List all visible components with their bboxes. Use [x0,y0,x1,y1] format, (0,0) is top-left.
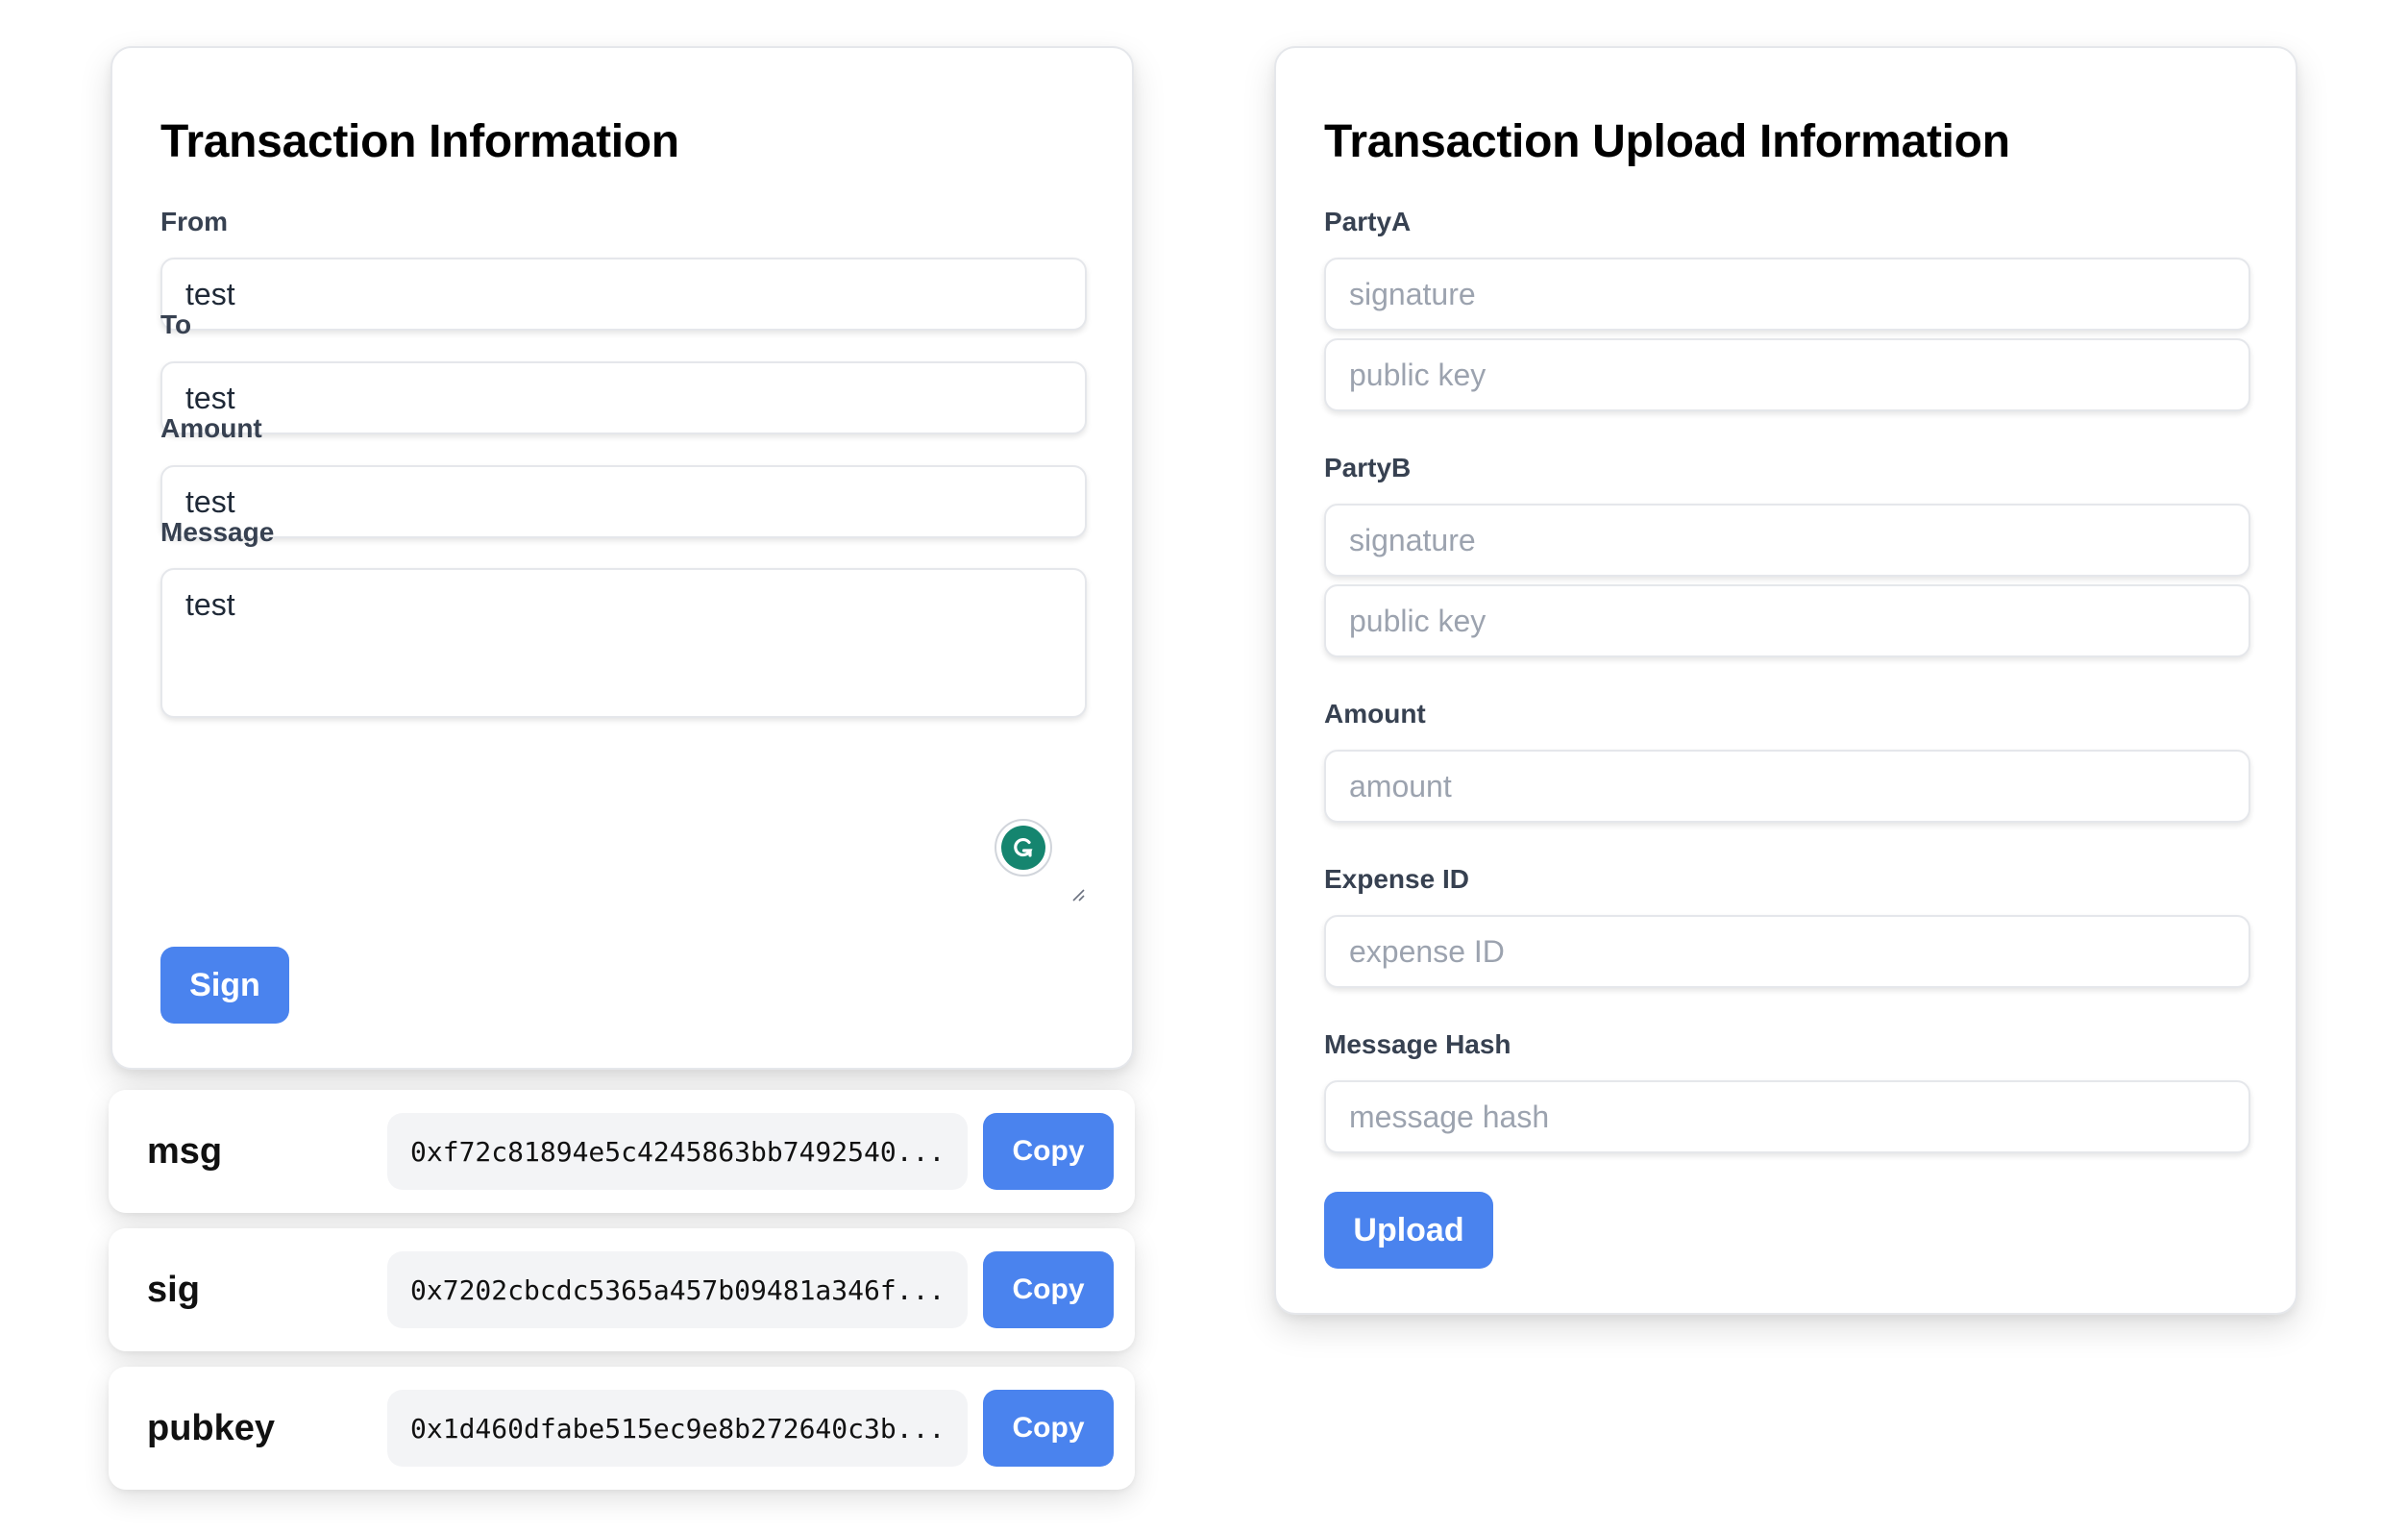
party-b-public-key-input[interactable] [1324,584,2250,657]
sig-value: 0x7202cbcdc5365a457b09481a346f... [387,1251,968,1328]
copy-sig-button[interactable]: Copy [983,1251,1114,1328]
party-a-label: PartyA [1324,207,1412,236]
grammarly-icon-inner [1001,826,1045,870]
amount-input[interactable] [1324,750,2250,823]
upload-button[interactable]: Upload [1324,1192,1493,1269]
from-label: From [160,207,228,236]
sign-button[interactable]: Sign [160,947,289,1024]
sig-label: sig [147,1269,200,1310]
from-input[interactable] [160,258,1087,331]
amount-input[interactable] [160,465,1087,538]
pubkey-output-row: pubkey 0x1d460dfabe515ec9e8b272640c3b...… [109,1367,1135,1490]
party-a-signature-input[interactable] [1324,258,2250,331]
pubkey-value: 0x1d460dfabe515ec9e8b272640c3b... [387,1390,968,1467]
party-a-public-key-input[interactable] [1324,338,2250,411]
copy-msg-button[interactable]: Copy [983,1113,1114,1190]
message-hash-input[interactable] [1324,1080,2250,1153]
grammarly-g-icon [1014,837,1033,857]
message-label: Message [160,517,275,547]
to-label: To [160,309,192,339]
message-textarea[interactable]: test [160,568,1087,718]
msg-label: msg [147,1130,223,1172]
expense-id-input[interactable] [1324,915,2250,988]
party-b-label: PartyB [1324,453,1412,482]
transaction-information-card: Transaction Information From To Amount M… [111,46,1134,1070]
transaction-upload-information-card: Transaction Upload Information PartyA Pa… [1274,46,2297,1315]
page: Transaction Information From To Amount M… [0,0,2408,1532]
msg-value: 0xf72c81894e5c4245863bb7492540... [387,1113,968,1190]
expense-id-label: Expense ID [1324,864,1469,894]
party-b-signature-input[interactable] [1324,504,2250,577]
copy-pubkey-button[interactable]: Copy [983,1390,1114,1467]
amount-label: Amount [160,413,262,443]
pubkey-label: pubkey [147,1407,276,1448]
grammarly-icon[interactable] [995,819,1052,877]
sig-output-row: sig 0x7202cbcdc5365a457b09481a346f... Co… [109,1228,1135,1351]
to-input[interactable] [160,361,1087,434]
card-title: Transaction Information [160,116,679,167]
msg-output-row: msg 0xf72c81894e5c4245863bb7492540... Co… [109,1090,1135,1213]
message-hash-label: Message Hash [1324,1029,1511,1059]
resize-grip-icon[interactable] [1069,886,1085,902]
card-title: Transaction Upload Information [1324,116,2010,167]
amount-label: Amount [1324,699,1426,729]
